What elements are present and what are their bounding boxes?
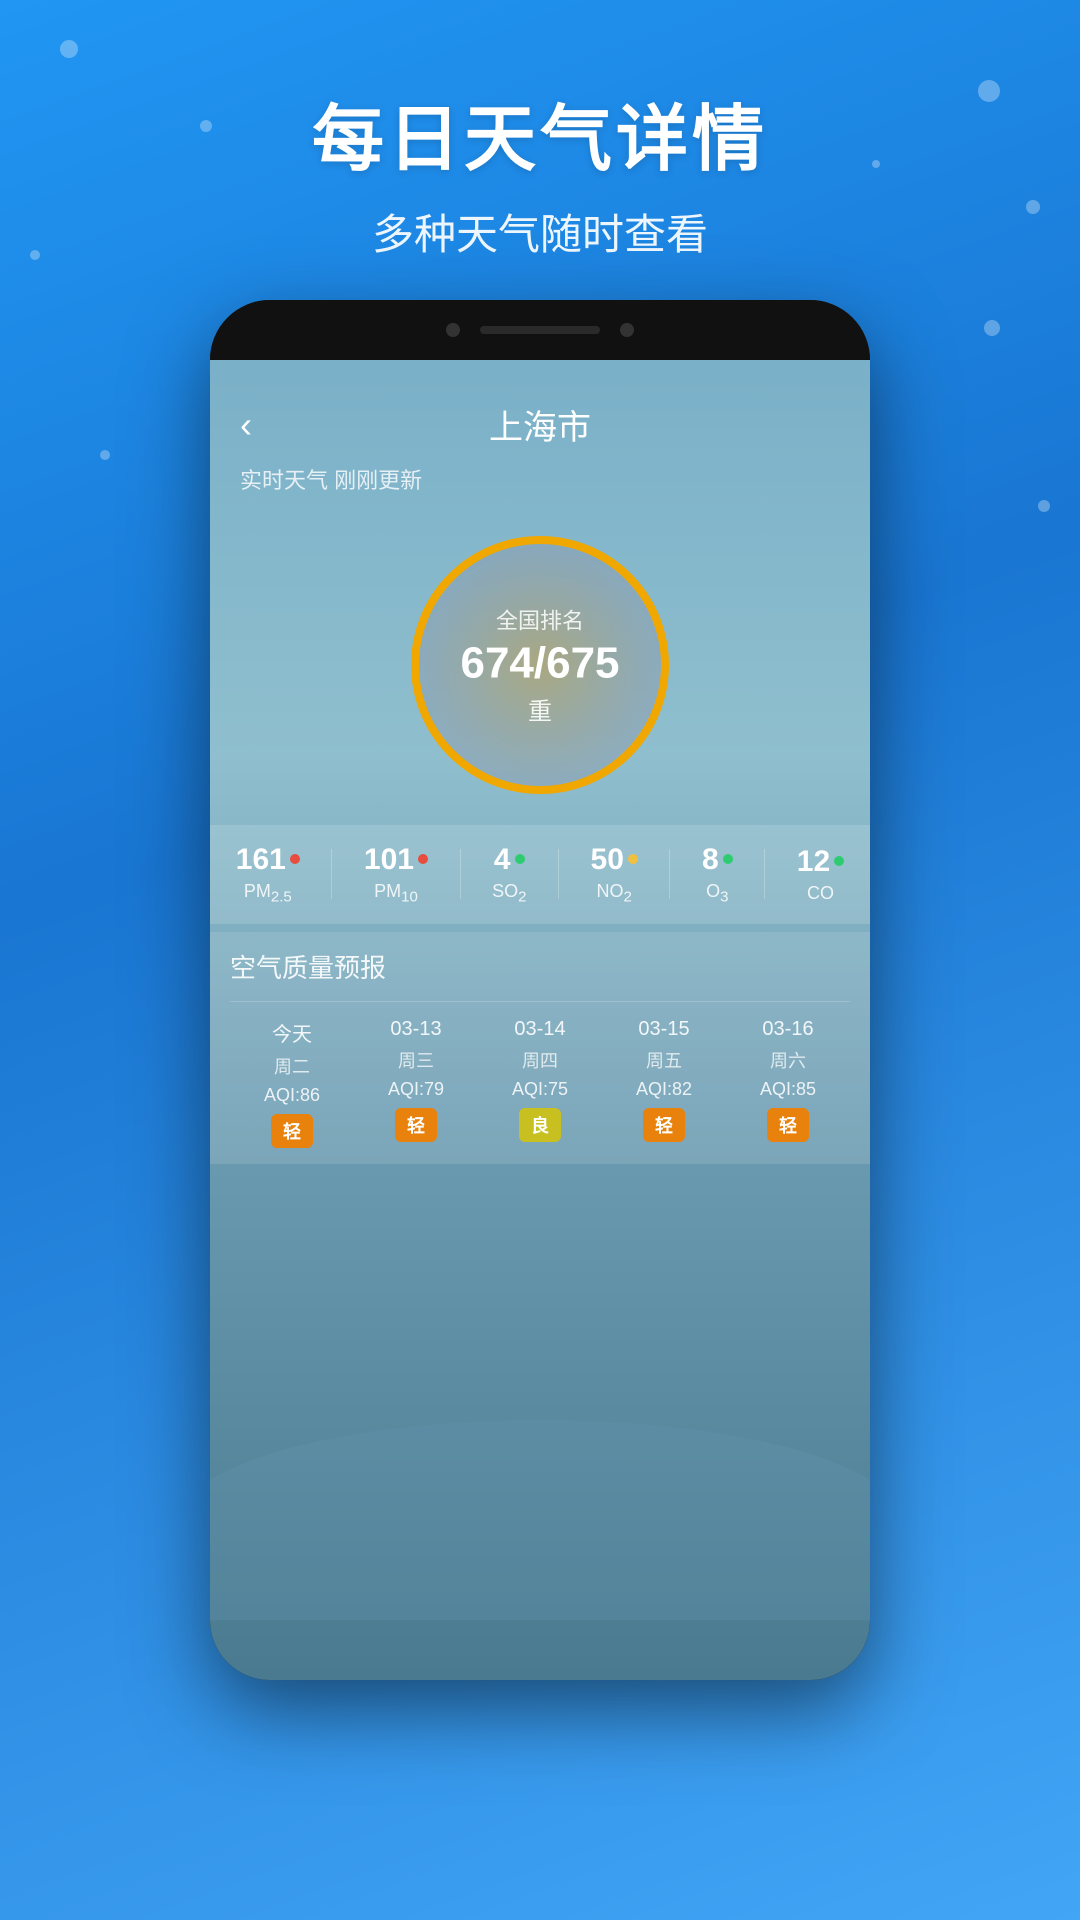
phone-top-bar	[210, 300, 870, 360]
pollutant-value-row: 8	[702, 843, 733, 877]
pollutant-value: 4	[494, 843, 511, 877]
forecast-day: 周五	[646, 1047, 682, 1073]
forecast-item-3: 03-15 周五 AQI:82 轻	[602, 1018, 726, 1142]
forecast-day: 周六	[770, 1047, 806, 1073]
forecast-item-0: 今天 周二 AQI:86 轻	[230, 1018, 354, 1148]
pollutant-divider	[764, 849, 765, 899]
pollutant-value-row: 50	[591, 843, 638, 877]
pollutant-value-row: 4	[494, 843, 525, 877]
aqi-circle-container: 全国排名 674/675 重	[400, 525, 680, 805]
aqi-rank-value: 674/675	[460, 642, 619, 686]
pollutant-name: O3	[706, 881, 728, 906]
forecast-divider	[230, 1001, 850, 1002]
forecast-badge: 轻	[643, 1108, 685, 1142]
phone-shell: ‹ 上海市 实时天气 刚刚更新	[210, 300, 870, 1680]
forecast-date: 03-15	[638, 1018, 689, 1041]
pollutant-value: 161	[236, 843, 286, 877]
forecast-badge: 轻	[767, 1108, 809, 1142]
sensor-dot	[620, 323, 634, 337]
pollutant-dot	[290, 854, 300, 864]
pollutant-item-4: 8 O3	[702, 843, 733, 906]
forecast-item-1: 03-13 周三 AQI:79 轻	[354, 1018, 478, 1142]
city-name: 上海市	[489, 400, 591, 449]
pollutant-dot	[628, 854, 638, 864]
forecast-item-2: 03-14 周四 AQI:75 良	[478, 1018, 602, 1142]
update-info: 实时天气 刚刚更新	[210, 459, 870, 495]
main-title: 每日天气详情	[0, 80, 1080, 185]
phone-mockup: ‹ 上海市 实时天气 刚刚更新	[210, 300, 870, 1700]
pollutant-name: NO2	[597, 881, 632, 906]
pollutant-item-5: 12 CO	[797, 845, 844, 904]
pollutant-name: PM10	[374, 881, 418, 906]
app-header: ‹ 上海市	[210, 390, 870, 459]
forecast-badge: 良	[519, 1108, 561, 1142]
pollutant-name: CO	[807, 883, 834, 904]
forecast-title: 空气质量预报	[230, 948, 850, 985]
back-button[interactable]: ‹	[240, 404, 252, 446]
pollutant-value: 101	[364, 843, 414, 877]
pollutant-dot	[418, 854, 428, 864]
forecast-aqi: AQI:85	[760, 1079, 816, 1100]
forecast-date: 03-16	[762, 1018, 813, 1041]
pollutants-row: 161 PM2.5 101 PM10 4 SO2 50 NO2 8 O3 12	[210, 825, 870, 924]
bg-dot-9	[1038, 500, 1050, 512]
pollutant-dot	[834, 856, 844, 866]
top-section: 每日天气详情 多种天气随时查看	[0, 0, 1080, 262]
forecast-date: 03-14	[514, 1018, 565, 1041]
speaker-bar	[480, 326, 600, 334]
pollutant-divider	[460, 849, 461, 899]
pollutant-item-1: 101 PM10	[364, 843, 428, 906]
status-bar	[210, 360, 870, 390]
pollutant-item-2: 4 SO2	[492, 843, 526, 906]
forecast-section: 空气质量预报 今天 周二 AQI:86 轻 03-13 周三 AQI:79 轻 …	[210, 932, 870, 1164]
pollutant-item-3: 50 NO2	[591, 843, 638, 906]
forecast-aqi: AQI:82	[636, 1079, 692, 1100]
pollutant-dot	[723, 854, 733, 864]
forecast-date: 今天	[272, 1018, 312, 1047]
forecast-aqi: AQI:79	[388, 1079, 444, 1100]
bg-dot-8	[100, 450, 110, 460]
pollutant-divider	[331, 849, 332, 899]
pollutant-value-row: 12	[797, 845, 844, 879]
forecast-day: 周二	[274, 1053, 310, 1079]
forecast-day: 周三	[398, 1047, 434, 1073]
forecast-badge: 轻	[395, 1108, 437, 1142]
forecast-badge: 轻	[271, 1114, 313, 1148]
forecast-item-4: 03-16 周六 AQI:85 轻	[726, 1018, 850, 1142]
phone-screen: ‹ 上海市 实时天气 刚刚更新	[210, 360, 870, 1680]
pollutant-item-0: 161 PM2.5	[236, 843, 300, 906]
sub-title: 多种天气随时查看	[0, 201, 1080, 262]
aqi-status: 重	[460, 692, 619, 727]
pollutant-divider	[669, 849, 670, 899]
bg-dot-7	[984, 320, 1000, 336]
forecast-aqi: AQI:86	[264, 1085, 320, 1106]
camera-lens	[446, 323, 460, 337]
forecast-date: 03-13	[390, 1018, 441, 1041]
forecast-aqi: AQI:75	[512, 1079, 568, 1100]
pollutant-name: SO2	[492, 881, 526, 906]
forecast-row: 今天 周二 AQI:86 轻 03-13 周三 AQI:79 轻 03-14 周…	[230, 1018, 850, 1148]
aqi-circle-inner: 全国排名 674/675 重	[460, 604, 619, 727]
pollutant-value: 12	[797, 845, 830, 879]
bg-wave	[210, 1420, 870, 1620]
aqi-rank-label: 全国排名	[460, 604, 619, 636]
pollutant-divider	[558, 849, 559, 899]
aqi-circle-section: 全国排名 674/675 重	[210, 495, 870, 825]
pollutant-name: PM2.5	[244, 881, 292, 906]
pollutant-value-row: 161	[236, 843, 300, 877]
pollutant-value: 8	[702, 843, 719, 877]
pollutant-value-row: 101	[364, 843, 428, 877]
pollutant-value: 50	[591, 843, 624, 877]
pollutant-dot	[515, 854, 525, 864]
forecast-day: 周四	[522, 1047, 558, 1073]
